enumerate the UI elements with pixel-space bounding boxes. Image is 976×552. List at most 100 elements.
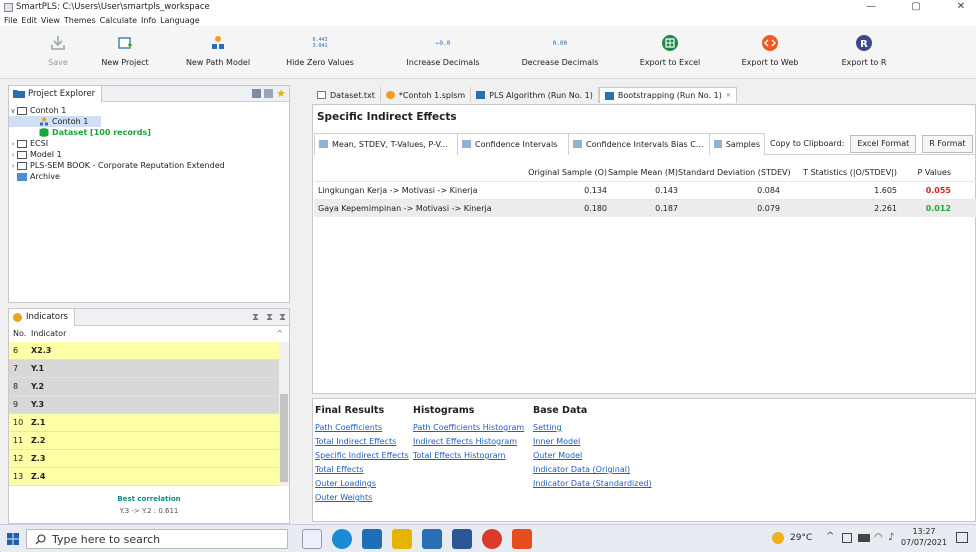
collapse-all-icon[interactable] [252, 89, 261, 98]
edge-browser-icon[interactable] [332, 529, 352, 549]
menu-info[interactable]: Info [141, 16, 156, 25]
tab-bootstrapping[interactable]: Bootstrapping (Run No. 1) ✕ [598, 87, 737, 103]
maximize-button[interactable]: ▢ [901, 0, 931, 14]
network-icon[interactable] [842, 533, 852, 543]
hide-zero-values-button[interactable]: 0.443 3.041 Hide Zero Values [282, 31, 358, 75]
sort-filter-icon[interactable]: ⧗ [252, 312, 259, 323]
increase-decimals-button[interactable]: ←0.0 Increase Decimals [404, 31, 482, 75]
link-indicator-data-original[interactable]: Indicator Data (Original) [533, 463, 652, 477]
table-row[interactable]: 12 Z.3 [9, 450, 289, 468]
dataset-icon [39, 128, 49, 137]
link-setting[interactable]: Setting [533, 421, 652, 435]
link-path-coefficients[interactable]: Path Coefficients [315, 421, 409, 435]
new-project-button[interactable]: New Project [100, 31, 150, 75]
task-view-icon[interactable] [302, 529, 322, 549]
link-outer-loadings[interactable]: Outer Loadings [315, 477, 409, 491]
menu-language[interactable]: Language [160, 16, 199, 25]
col-t-statistics[interactable]: T Statistics (|O/STDEV|) [780, 168, 897, 177]
subtab-mean-stdev[interactable]: Mean, STDEV, T-Values, P-V... [314, 132, 458, 155]
r-format-button[interactable]: R Format [922, 134, 973, 153]
export-excel-button[interactable]: Export to Excel [638, 31, 702, 75]
chrome-icon[interactable] [482, 529, 502, 549]
tree-item-model1[interactable]: › Model 1 [9, 149, 289, 160]
report-heading: Specific Indirect Effects [317, 111, 457, 123]
table-row[interactable]: 8 Y.2 [9, 378, 289, 396]
menu-view[interactable]: View [41, 16, 60, 25]
link-path-coefficients-histogram[interactable]: Path Coefficients Histogram [413, 421, 524, 435]
windows-start-icon[interactable] [7, 533, 19, 545]
subtab-confidence-intervals[interactable]: Confidence Intervals [457, 132, 569, 155]
save-button[interactable]: Save [46, 31, 70, 75]
table-row[interactable]: Gaya Kepemimpinan -> Motivasi -> Kinerja… [314, 199, 976, 217]
minimize-button[interactable]: — [856, 0, 886, 14]
sort-filter-icon[interactable]: ⧗ [266, 312, 273, 323]
export-r-button[interactable]: R Export to R [838, 31, 890, 75]
clock-time[interactable]: 13:27 [904, 527, 944, 536]
battery-icon[interactable] [858, 534, 870, 542]
export-web-button[interactable]: Export to Web [740, 31, 800, 75]
link-total-effects-histogram[interactable]: Total Effects Histogram [413, 449, 524, 463]
tree-item-dataset[interactable]: Dataset [100 records] [9, 127, 289, 138]
table-row[interactable]: 9 Y.3 [9, 396, 289, 414]
col-stdev[interactable]: Standard Deviation (STDEV) [678, 168, 791, 177]
tree-item-contoh1-project[interactable]: ∨ Contoh 1 [9, 105, 289, 116]
decrease-decimals-button[interactable]: 0.00 Decrease Decimals [520, 31, 600, 75]
link-inner-model[interactable]: Inner Model [533, 435, 652, 449]
col-p-values[interactable]: P Values [897, 168, 951, 177]
scroll-up-icon[interactable]: ^ [276, 329, 283, 338]
link-indicator-data-standardized[interactable]: Indicator Data (Standardized) [533, 477, 652, 491]
subtab-samples[interactable]: Samples [709, 132, 765, 155]
table-row[interactable]: 11 Z.2 [9, 432, 289, 450]
clock-date[interactable]: 07/07/2021 [896, 538, 952, 547]
smartpls-taskbar-icon[interactable] [422, 529, 442, 549]
tree-item-ecsi[interactable]: › ECSI [9, 138, 289, 149]
sort-filter-icon[interactable]: ⧗ [279, 312, 286, 323]
tab-pls-algorithm[interactable]: PLS Algorithm (Run No. 1) [471, 87, 599, 103]
word-icon[interactable] [452, 529, 472, 549]
close-tab-icon[interactable]: ✕ [726, 92, 731, 99]
col-sample-mean[interactable]: Sample Mean (M) [607, 168, 678, 177]
col-original-sample[interactable]: Original Sample (O) [510, 168, 607, 177]
weather-icon[interactable] [772, 532, 784, 544]
mail-icon[interactable] [362, 529, 382, 549]
office-icon[interactable] [512, 529, 532, 549]
tree-item-archive[interactable]: Archive [9, 171, 289, 182]
weather-temperature[interactable]: 29°C [790, 533, 812, 543]
link-outer-model[interactable]: Outer Model [533, 449, 652, 463]
tab-dataset[interactable]: Dataset.txt [312, 87, 381, 103]
copy-to-clipboard-label: Copy to Clipboard: [770, 139, 845, 148]
menu-file[interactable]: File [4, 16, 17, 25]
notifications-icon[interactable] [956, 532, 968, 543]
wifi-icon[interactable]: ◠ [874, 532, 883, 543]
link-indirect-effects-histogram[interactable]: Indirect Effects Histogram [413, 435, 524, 449]
file-explorer-icon[interactable] [392, 529, 412, 549]
star-icon[interactable]: ★ [276, 87, 286, 100]
subtab-confidence-intervals-bias[interactable]: Confidence Intervals Bias C... [568, 132, 710, 155]
link-editor-icon[interactable] [264, 89, 273, 98]
table-row[interactable]: 6 X2.3 [9, 342, 289, 360]
link-total-effects[interactable]: Total Effects [315, 463, 409, 477]
link-outer-weights[interactable]: Outer Weights [315, 491, 409, 505]
tree-item-contoh1-model[interactable]: Contoh 1 [9, 116, 101, 127]
table-row[interactable]: 10 Z.1 [9, 414, 289, 432]
indicators-tab[interactable]: Indicators [9, 308, 75, 326]
menu-themes[interactable]: Themes [64, 16, 96, 25]
table-row[interactable]: 13 Z.4 [9, 468, 289, 486]
menu-edit[interactable]: Edit [21, 16, 37, 25]
link-specific-indirect-effects[interactable]: Specific Indirect Effects [315, 449, 409, 463]
new-path-model-button[interactable]: New Path Model [186, 31, 250, 75]
tree-item-pls-sem-book[interactable]: › PLS-SEM BOOK - Corporate Reputation Ex… [9, 160, 289, 171]
link-total-indirect-effects[interactable]: Total Indirect Effects [315, 435, 409, 449]
close-button[interactable]: ✕ [946, 0, 976, 14]
scrollbar[interactable] [279, 342, 289, 486]
table-row[interactable]: 7 Y.1 [9, 360, 289, 378]
tab-contoh-model[interactable]: *Contoh 1.splsm [381, 87, 472, 103]
menu-calculate[interactable]: Calculate [100, 16, 137, 25]
excel-format-button[interactable]: Excel Format [850, 134, 917, 153]
taskbar-search-box[interactable]: Type here to search [26, 529, 288, 549]
scrollbar-thumb[interactable] [280, 394, 288, 482]
project-explorer-tab[interactable]: Project Explorer [9, 85, 103, 102]
table-row[interactable]: Lingkungan Kerja -> Motivasi -> Kinerja … [314, 181, 976, 199]
volume-icon[interactable]: ♪ [888, 532, 894, 543]
tray-chevron-icon[interactable]: ^ [826, 531, 834, 542]
